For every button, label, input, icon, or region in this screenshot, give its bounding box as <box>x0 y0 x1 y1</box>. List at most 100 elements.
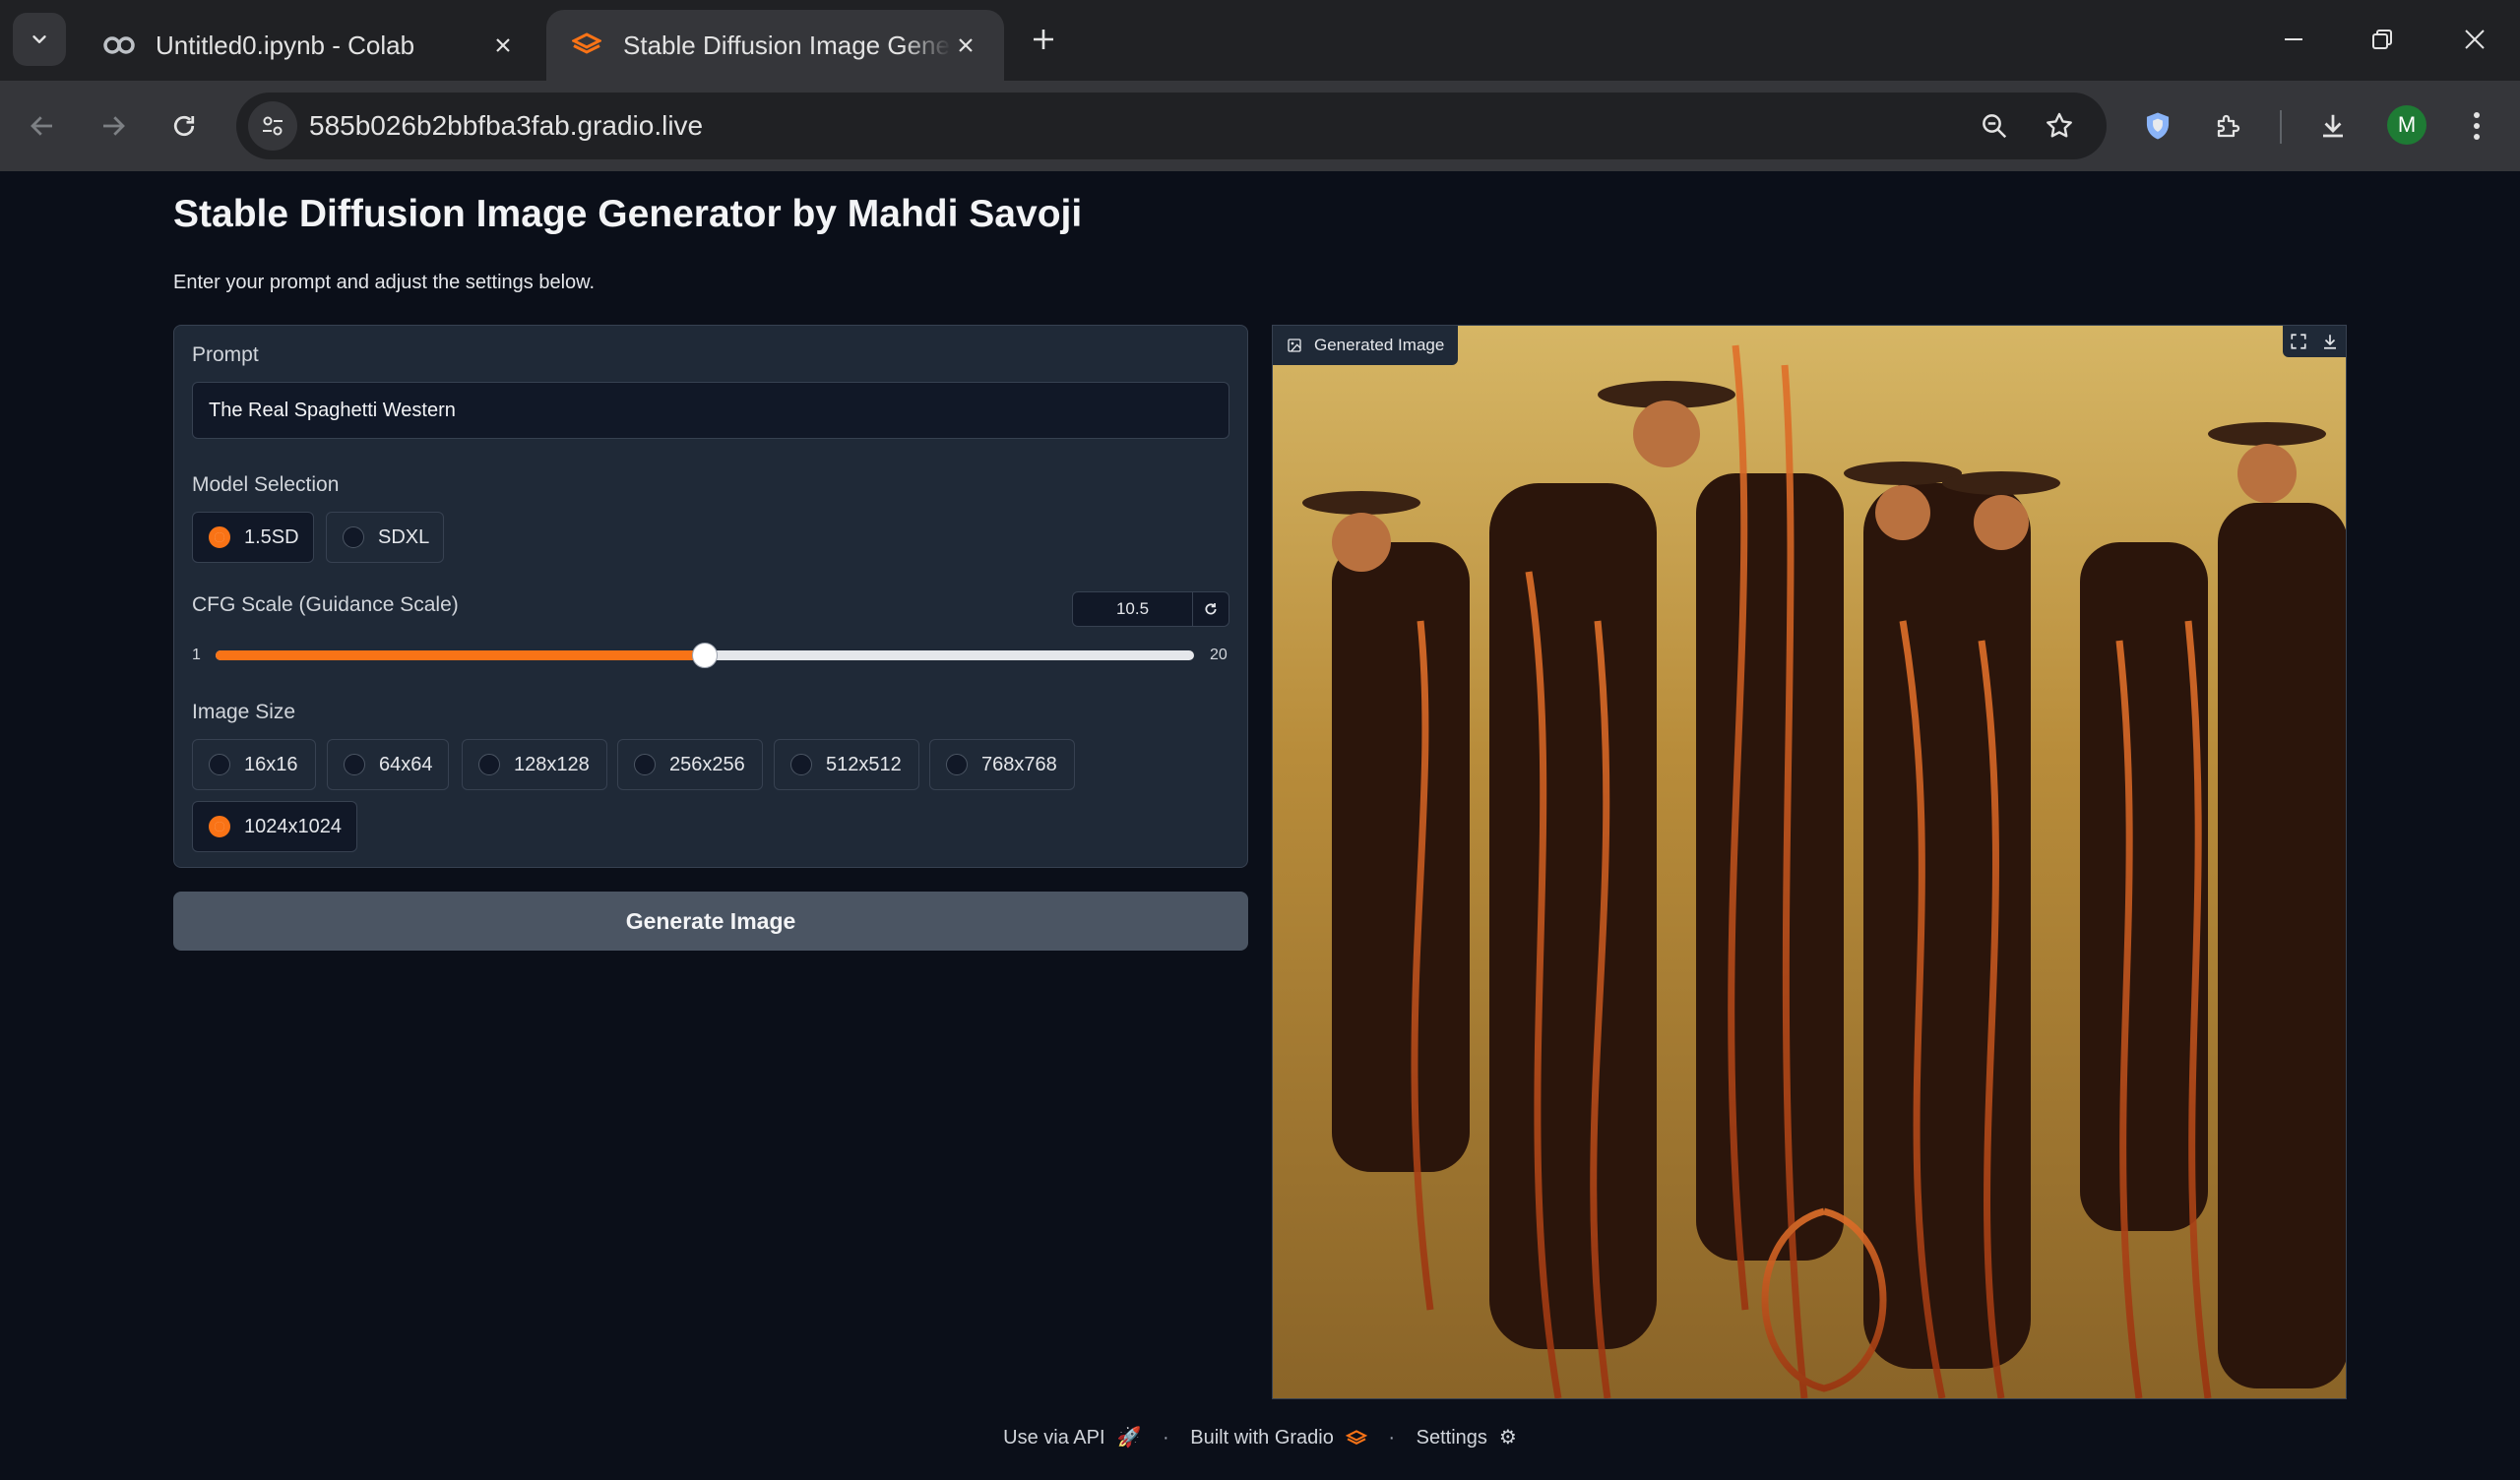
gradio-logo-icon <box>1345 1427 1367 1449</box>
radio-dot <box>209 526 230 548</box>
page-description: Enter your prompt and adjust the setting… <box>173 272 596 293</box>
footer-separator: · <box>1388 1427 1396 1449</box>
tab-colab[interactable]: Untitled0.ipynb - Colab <box>79 10 541 81</box>
settings-panel: Prompt The Real Spaghetti Western Model … <box>173 325 1248 868</box>
minimize-icon <box>2283 29 2304 50</box>
radio-dot <box>343 526 364 548</box>
cfg-slider[interactable] <box>216 643 1194 668</box>
reload-button[interactable] <box>161 103 207 149</box>
radio-dot <box>344 754 365 775</box>
radio-label: 1.5SD <box>244 525 299 548</box>
size-option-768x768[interactable]: 768x768 <box>929 739 1075 790</box>
tune-icon <box>260 113 285 139</box>
close-icon <box>2464 29 2486 50</box>
size-option-64x64[interactable]: 64x64 <box>327 739 449 790</box>
radio-dot <box>478 754 500 775</box>
radio-dot <box>209 816 230 837</box>
forward-button[interactable] <box>91 103 136 149</box>
image-size-label: Image Size <box>192 701 296 723</box>
plus-icon <box>1031 27 1056 52</box>
slider-fill <box>216 650 705 660</box>
site-info-button[interactable] <box>248 101 297 151</box>
image-icon <box>1287 338 1302 353</box>
radio-dot <box>634 754 656 775</box>
tab-title: Untitled0.ipynb - Colab <box>156 30 415 60</box>
address-bar[interactable]: 585b026b2bbfba3fab.gradio.live <box>236 92 2107 159</box>
prompt-label: Prompt <box>192 343 259 366</box>
settings-link[interactable]: Settings <box>1417 1427 1487 1449</box>
tab-stable-diffusion[interactable]: Stable Diffusion Image Generator <box>546 10 1004 81</box>
generated-image <box>1273 326 2346 1398</box>
gradio-icon <box>570 29 603 62</box>
model-option-1-5sd[interactable]: 1.5SD <box>192 512 314 563</box>
url-text: 585b026b2bbfba3fab.gradio.live <box>309 110 704 141</box>
size-option-16x16[interactable]: 16x16 <box>192 739 316 790</box>
downloads-icon[interactable] <box>2311 104 2355 148</box>
radio-dot <box>946 754 968 775</box>
model-selection-label: Model Selection <box>192 473 340 496</box>
use-via-api-link[interactable]: Use via API <box>1003 1427 1104 1449</box>
generated-image-panel: Generated Image <box>1272 325 2347 1399</box>
extensions-puzzle-icon[interactable] <box>2207 104 2250 148</box>
radio-label: 128x128 <box>514 753 590 775</box>
cfg-scale-label: CFG Scale (Guidance Scale) <box>192 593 459 616</box>
close-tab-icon[interactable] <box>488 31 518 60</box>
download-icon[interactable] <box>2314 326 2346 357</box>
minimize-button[interactable] <box>2264 14 2323 65</box>
radio-label: 256x256 <box>669 753 745 775</box>
radio-dot <box>790 754 812 775</box>
prompt-input[interactable]: The Real Spaghetti Western <box>192 382 1229 439</box>
radio-label: 16x16 <box>244 753 298 775</box>
toolbar-divider <box>2280 110 2282 144</box>
model-option-sdxl[interactable]: SDXL <box>326 512 444 563</box>
colab-icon <box>102 29 136 62</box>
footer-separator: · <box>1163 1427 1169 1449</box>
kebab-menu-icon[interactable] <box>2455 104 2498 148</box>
cfg-number-input[interactable]: 10.5 <box>1072 591 1229 627</box>
tab-search-button[interactable] <box>13 13 66 66</box>
radio-label: SDXL <box>378 525 430 548</box>
built-with-gradio-link[interactable]: Built with Gradio <box>1190 1427 1334 1449</box>
generate-image-button[interactable]: Generate Image <box>173 892 1248 951</box>
rocket-icon: 🚀 <box>1116 1427 1142 1449</box>
image-label-badge: Generated Image <box>1273 326 1459 365</box>
size-option-256x256[interactable]: 256x256 <box>617 739 763 790</box>
shield-extension-icon[interactable] <box>2136 104 2179 148</box>
arrow-left-icon <box>28 111 57 141</box>
close-window-button[interactable] <box>2445 14 2504 65</box>
chevron-down-icon <box>29 29 50 50</box>
close-tab-icon[interactable] <box>951 31 980 60</box>
size-option-1024x1024[interactable]: 1024x1024 <box>192 801 357 852</box>
size-option-512x512[interactable]: 512x512 <box>774 739 919 790</box>
radio-label: 64x64 <box>379 753 433 775</box>
gear-icon: ⚙ <box>1498 1427 1517 1449</box>
reload-icon <box>169 111 199 141</box>
reset-icon <box>1203 601 1219 617</box>
slider-min-label: 1 <box>192 647 201 663</box>
restore-button[interactable] <box>2353 14 2412 65</box>
image-toolbar <box>2283 326 2346 357</box>
fullscreen-icon[interactable] <box>2283 326 2314 357</box>
cfg-value[interactable]: 10.5 <box>1073 592 1193 626</box>
slider-max-label: 20 <box>1210 647 1228 663</box>
profile-avatar[interactable]: M <box>2387 105 2426 145</box>
page-title: Stable Diffusion Image Generator by Mahd… <box>173 193 1083 235</box>
new-tab-button[interactable] <box>1024 20 1063 59</box>
radio-label: 1024x1024 <box>244 815 342 837</box>
zoom-icon[interactable] <box>1975 106 2014 146</box>
browser-tab-strip: Untitled0.ipynb - Colab Stable Diffusion… <box>0 0 2520 81</box>
arrow-right-icon <box>98 111 128 141</box>
radio-label: 512x512 <box>826 753 902 775</box>
tab-title: Stable Diffusion Image Generator <box>623 30 951 60</box>
browser-toolbar: 585b026b2bbfba3fab.gradio.live M <box>0 81 2520 171</box>
size-option-128x128[interactable]: 128x128 <box>462 739 607 790</box>
reset-button[interactable] <box>1193 592 1228 626</box>
restore-icon <box>2371 29 2393 50</box>
slider-thumb[interactable] <box>692 643 718 668</box>
back-button[interactable] <box>20 103 65 149</box>
image-label: Generated Image <box>1314 336 1445 354</box>
page-footer: Use via API 🚀 · Built with Gradio · Setti… <box>0 1425 2520 1449</box>
radio-dot <box>209 754 230 775</box>
bookmark-star-icon[interactable] <box>2040 106 2079 146</box>
radio-label: 768x768 <box>981 753 1057 775</box>
